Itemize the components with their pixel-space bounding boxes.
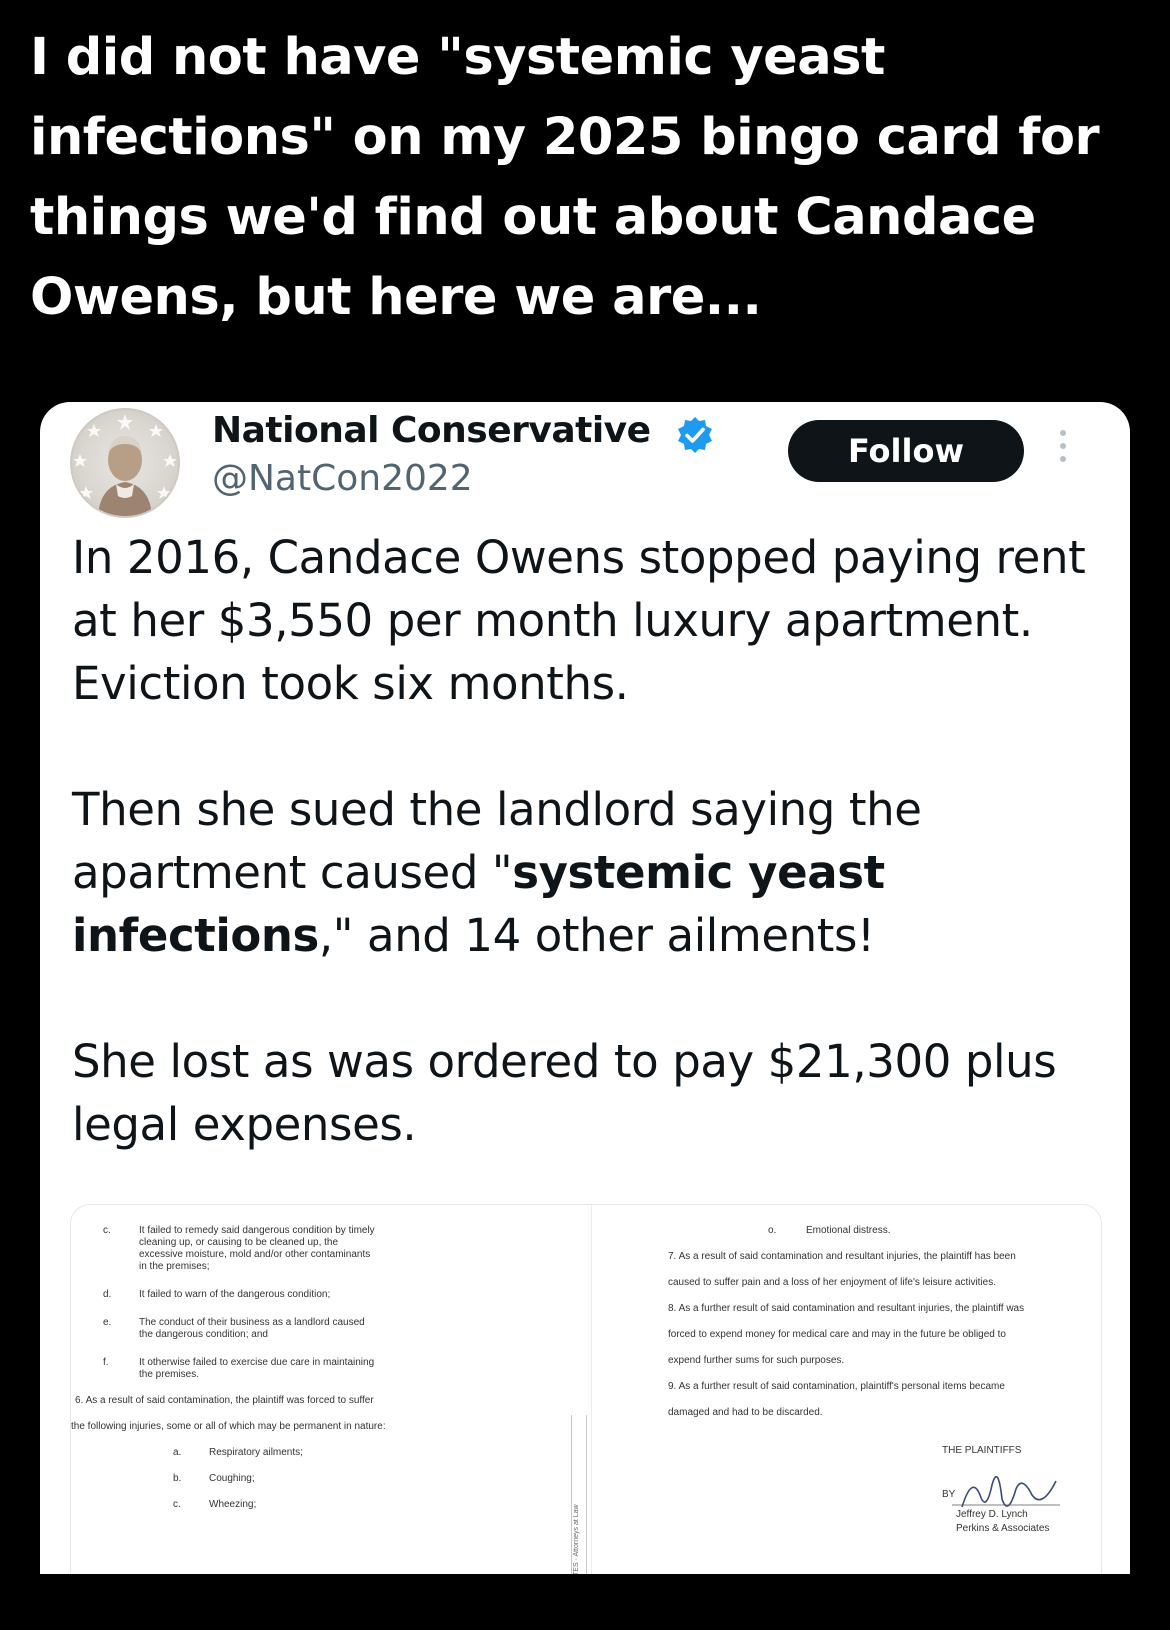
doc-letter: f. xyxy=(103,1357,109,1368)
doc-line: caused to suffer pain and a loss of her … xyxy=(668,1277,997,1288)
tweet-text: In 2016, Candace Owens stopped paying re… xyxy=(72,526,1102,1219)
doc-line: 6. As a result of said contamination, th… xyxy=(75,1395,374,1406)
verified-badge-icon xyxy=(676,416,714,454)
doc-item-cc: c. Wheezing; xyxy=(173,1499,509,1511)
doc-item-b: b. Coughing; xyxy=(173,1473,509,1485)
doc-line: in the premises; xyxy=(139,1261,210,1272)
tweet-paragraph-2: Then she sued the landlord saying the ap… xyxy=(72,778,1102,967)
tweet-text-segment: ," and 14 other ailments! xyxy=(318,909,875,962)
tweet-paragraph-3: She lost as was ordered to pay $21,300 p… xyxy=(72,1035,1057,1151)
doc-line: the following injuries, some or all of w… xyxy=(71,1421,386,1432)
doc-item-a: a. Respiratory ailments; xyxy=(173,1447,509,1459)
doc-line: It failed to warn of the dangerous condi… xyxy=(139,1289,331,1300)
doc-letter: c. xyxy=(173,1499,181,1510)
document-page-left: c. It failed to remedy said dangerous co… xyxy=(71,1205,587,1574)
document-margin-strip: TES · Attorneys at Law xyxy=(571,1415,587,1574)
doc-item-f: f. It otherwise failed to exercise due c… xyxy=(103,1357,439,1381)
doc-line: It otherwise failed to exercise due care… xyxy=(139,1357,375,1368)
tweet-card: National Conservative @NatCon2022 Follow… xyxy=(40,402,1130,1574)
doc-line: excessive moisture, mold and/or other co… xyxy=(139,1249,371,1260)
doc-letter: d. xyxy=(103,1289,112,1300)
caption-line: infections" on my 2025 bingo card for xyxy=(30,108,1100,167)
avatar[interactable] xyxy=(70,408,180,518)
author-handle[interactable]: @NatCon2022 xyxy=(212,458,473,499)
caption-line: Owens, but here we are... xyxy=(30,268,762,327)
doc-letter: e. xyxy=(103,1317,112,1328)
doc-line: The conduct of their business as a landl… xyxy=(139,1317,365,1328)
doc-line: damaged and had to be discarded. xyxy=(668,1407,823,1418)
doc-line: Respiratory ailments; xyxy=(209,1447,303,1458)
meme-caption: I did not have "systemic yeast infection… xyxy=(30,18,1140,338)
avatar-portrait-image xyxy=(73,414,177,516)
doc-letter: a. xyxy=(173,1447,182,1458)
doc-line: cleaning up, or causing to be cleaned up… xyxy=(139,1237,339,1248)
doc-item-e: e. The conduct of their business as a la… xyxy=(103,1317,439,1341)
doc-line: 7. As a result of said contamination and… xyxy=(668,1251,1016,1262)
doc-line: 9. As a further result of said contamina… xyxy=(668,1381,1005,1392)
doc-line: 8. As a further result of said contamina… xyxy=(668,1303,1025,1314)
doc-firm: Perkins & Associates xyxy=(956,1523,1050,1534)
doc-line: expend further sums for such purposes. xyxy=(668,1355,845,1366)
more-options-icon[interactable] xyxy=(1056,430,1070,474)
doc-letter: c. xyxy=(103,1225,111,1236)
author-name[interactable]: National Conservative xyxy=(212,410,651,451)
doc-item-d: d. It failed to warn of the dangerous co… xyxy=(103,1289,439,1301)
doc-line: the dangerous condition; and xyxy=(139,1329,268,1340)
doc-signer: Jeffrey D. Lynch xyxy=(956,1509,1028,1520)
doc-item-c: c. It failed to remedy said dangerous co… xyxy=(103,1225,439,1273)
doc-line: Emotional distress. xyxy=(806,1225,891,1236)
doc-letter: o. xyxy=(768,1225,777,1236)
doc-line: the premises. xyxy=(139,1369,200,1380)
follow-button[interactable]: Follow xyxy=(788,420,1024,482)
doc-line: Wheezing; xyxy=(209,1499,257,1510)
caption-line: I did not have "systemic yeast xyxy=(30,28,885,87)
caption-line: things we'd find out about Candace xyxy=(30,188,1036,247)
doc-letter: b. xyxy=(173,1473,182,1484)
doc-line: forced to expend money for medical care … xyxy=(668,1329,1006,1340)
tweet-paragraph-1: In 2016, Candace Owens stopped paying re… xyxy=(72,531,1086,710)
margin-text: TES · Attorneys at Law xyxy=(573,1504,580,1574)
doc-line: It failed to remedy said dangerous condi… xyxy=(139,1225,375,1236)
doc-line: Coughing; xyxy=(209,1473,255,1484)
attached-document-image[interactable]: c. It failed to remedy said dangerous co… xyxy=(70,1204,1102,1574)
document-page-right: o. Emotional distress. 7. As a result of… xyxy=(591,1205,1101,1574)
